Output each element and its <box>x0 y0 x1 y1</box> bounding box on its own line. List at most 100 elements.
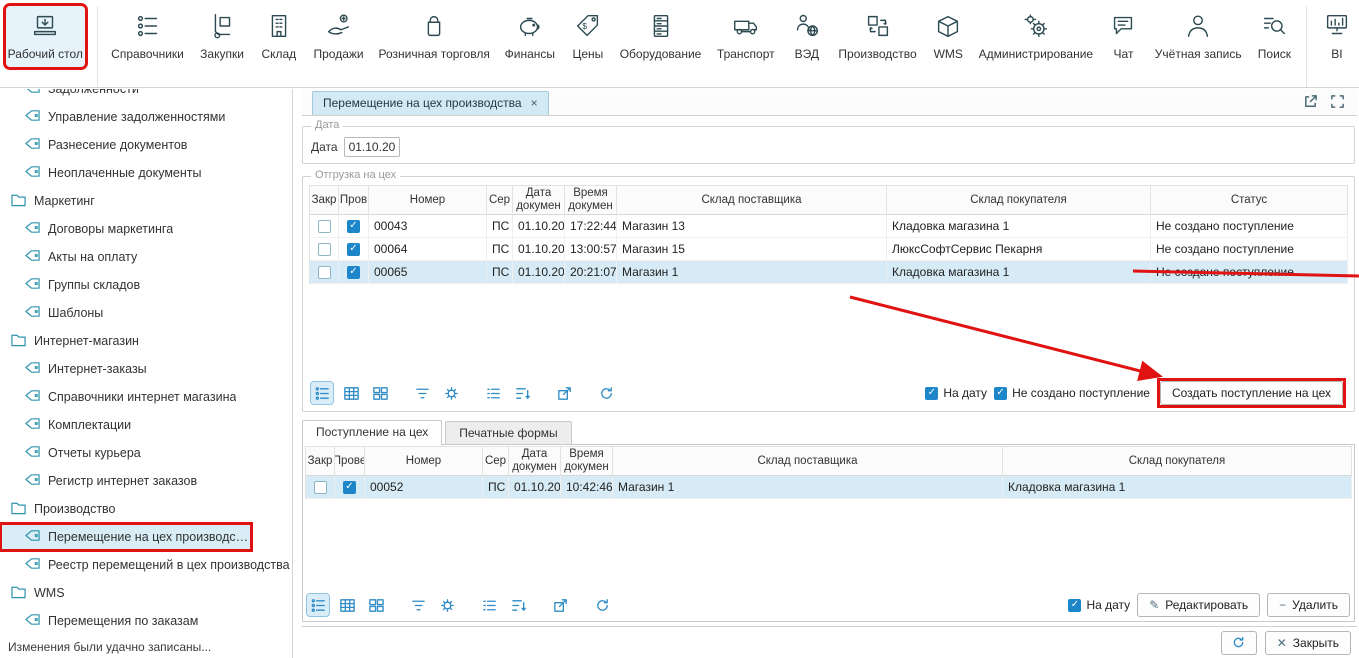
toolbar-item-bi[interactable]: BI <box>1319 6 1355 67</box>
view-table-icon[interactable] <box>340 382 362 404</box>
view-list-icon[interactable] <box>311 382 333 404</box>
sidebar-folder-internet-shop[interactable]: Интернет-магазин <box>0 327 292 355</box>
view-list-icon[interactable] <box>307 594 329 616</box>
toolbar-item-desktop[interactable]: Рабочий стол <box>6 6 85 67</box>
filter-no-receipt[interactable]: Не создано поступление <box>994 386 1150 400</box>
delete-button[interactable]: − Удалить <box>1267 593 1350 617</box>
approved-checkbox[interactable] <box>343 481 356 494</box>
column-header[interactable]: Склад поставщика <box>617 185 887 215</box>
column-header[interactable]: Склад поставщика <box>613 446 1003 476</box>
sort-icon[interactable] <box>507 594 529 616</box>
table-row[interactable]: 00043 ПС 01.10.20 17:22:44 Магазин 13 Кл… <box>309 215 1348 238</box>
approved-checkbox[interactable] <box>347 243 360 256</box>
view-cards-icon[interactable] <box>369 382 391 404</box>
column-header[interactable]: Номер <box>365 446 483 476</box>
filter-on-date[interactable]: На дату <box>925 386 987 400</box>
sidebar-item-marketing-contracts[interactable]: Договоры маркетинга <box>0 215 292 243</box>
filter-icon[interactable] <box>407 594 429 616</box>
toolbar-item-warehouse[interactable]: Склад <box>259 6 300 67</box>
view-table-icon[interactable] <box>336 594 358 616</box>
tab-close-icon[interactable]: × <box>531 96 538 110</box>
sidebar-item-courier-reports[interactable]: Отчеты курьера <box>0 439 292 467</box>
settings-gear-icon[interactable] <box>436 594 458 616</box>
sidebar-item-unpaid-docs[interactable]: Неоплаченные документы <box>0 159 292 187</box>
fullscreen-icon[interactable] <box>1330 94 1345 109</box>
sidebar-item-warehouse-groups[interactable]: Группы складов <box>0 271 292 299</box>
column-header[interactable]: Статус <box>1151 185 1348 215</box>
column-header[interactable]: Времядокумен <box>565 185 617 215</box>
date-input[interactable]: 01.10.20 <box>344 137 401 157</box>
toolbar-item-wms[interactable]: WMS <box>930 6 966 67</box>
on-date-checkbox[interactable] <box>1068 599 1081 612</box>
sidebar-item-kitting[interactable]: Комплектации <box>0 411 292 439</box>
sort-icon[interactable] <box>511 382 533 404</box>
column-header[interactable]: Сер <box>483 446 509 476</box>
column-header[interactable]: Закр <box>309 185 339 215</box>
column-header[interactable]: Пров <box>339 185 369 215</box>
sidebar-item-internet-references[interactable]: Справочники интернет магазина <box>0 383 292 411</box>
refresh-icon[interactable] <box>595 382 617 404</box>
sidebar-item-workshop-move-register[interactable]: Реестр перемещений в цех производства <box>0 551 292 579</box>
sidebar-folder-wms[interactable]: WMS <box>0 579 292 607</box>
toolbar-item-chat[interactable]: Чат <box>1105 6 1141 67</box>
export-icon[interactable] <box>553 382 575 404</box>
sidebar-item-templates[interactable]: Шаблоны <box>0 299 292 327</box>
toolbar-item-transport[interactable]: Транспорт <box>715 6 777 67</box>
approved-checkbox[interactable] <box>347 266 360 279</box>
toolbar-item-administration[interactable]: Администрирование <box>978 6 1093 67</box>
sidebar-item-debts[interactable]: Задолженности <box>0 89 292 103</box>
tab-receipt-to-workshop[interactable]: Поступление на цех <box>302 420 442 445</box>
toolbar-item-production[interactable]: Производство <box>837 6 918 67</box>
tab-print-forms[interactable]: Печатные формы <box>445 421 571 444</box>
toolbar-item-finance[interactable]: Финансы <box>502 6 557 67</box>
toolbar-item-references[interactable]: Справочники <box>109 6 185 67</box>
sidebar-item-move-to-workshop[interactable]: Перемещение на цех производства <box>0 523 252 551</box>
column-header[interactable]: Номер <box>369 185 487 215</box>
sidebar-item-internet-order-register[interactable]: Регистр интернет заказов <box>0 467 292 495</box>
close-button[interactable]: ✕ Закрыть <box>1265 631 1351 655</box>
closed-checkbox[interactable] <box>318 266 331 279</box>
settings-gear-icon[interactable] <box>440 382 462 404</box>
column-header[interactable]: Датадокумен <box>513 185 565 215</box>
column-header[interactable]: Прове <box>335 446 365 476</box>
on-date-checkbox[interactable] <box>925 387 938 400</box>
sidebar-item-debt-management[interactable]: Управление задолженностями <box>0 103 292 131</box>
table-row[interactable]: 00064 ПС 01.10.20 13:00:57 Магазин 15 Лю… <box>309 238 1348 261</box>
filter-icon[interactable] <box>411 382 433 404</box>
closed-checkbox[interactable] <box>318 243 331 256</box>
sidebar-item-payment-acts[interactable]: Акты на оплату <box>0 243 292 271</box>
view-cards-icon[interactable] <box>365 594 387 616</box>
toolbar-item-purchases[interactable]: Закупки <box>198 6 247 67</box>
export-icon[interactable] <box>549 594 571 616</box>
sidebar-folder-production[interactable]: Производство <box>0 495 292 523</box>
table-row-selected[interactable]: 00052 ПС 01.10.20 10:42:46 Магазин 1 Кла… <box>305 476 1352 499</box>
column-header[interactable]: Закр <box>305 446 335 476</box>
approved-checkbox[interactable] <box>347 220 360 233</box>
toolbar-item-prices[interactable]: $ Цены <box>569 6 606 67</box>
closed-checkbox[interactable] <box>318 220 331 233</box>
refresh-icon[interactable] <box>591 594 613 616</box>
edit-button[interactable]: ✎ Редактировать <box>1137 593 1260 617</box>
create-receipt-button[interactable]: Создать поступление на цех <box>1160 381 1343 405</box>
open-in-window-icon[interactable] <box>1303 94 1318 109</box>
filter-on-date[interactable]: На дату <box>1068 598 1130 612</box>
sidebar-item-doc-allocation[interactable]: Разнесение документов <box>0 131 292 159</box>
column-header[interactable]: Склад покупателя <box>1003 446 1352 476</box>
column-header[interactable]: Времядокумен <box>561 446 613 476</box>
closed-checkbox[interactable] <box>314 481 327 494</box>
column-header[interactable]: Склад покупателя <box>887 185 1151 215</box>
table-row-selected[interactable]: 00065 ПС 01.10.20 20:21:07 Магазин 1 Кла… <box>309 261 1348 284</box>
numbered-list-icon[interactable] <box>478 594 500 616</box>
sidebar-folder-marketing[interactable]: Маркетинг <box>0 187 292 215</box>
toolbar-item-equipment[interactable]: Оборудование <box>618 6 702 67</box>
column-header[interactable]: Сер <box>487 185 513 215</box>
refresh-button[interactable] <box>1221 631 1257 655</box>
toolbar-item-retail[interactable]: Розничная торговля <box>378 6 490 67</box>
numbered-list-icon[interactable] <box>482 382 504 404</box>
sidebar-item-internet-orders[interactable]: Интернет-заказы <box>0 355 292 383</box>
column-header[interactable]: Датадокумен <box>509 446 561 476</box>
toolbar-item-ved[interactable]: ВЭД <box>789 6 825 67</box>
sidebar-item-moves-by-orders[interactable]: Перемещения по заказам <box>0 607 292 635</box>
no-receipt-checkbox[interactable] <box>994 387 1007 400</box>
toolbar-item-search[interactable]: Поиск <box>1255 6 1294 67</box>
